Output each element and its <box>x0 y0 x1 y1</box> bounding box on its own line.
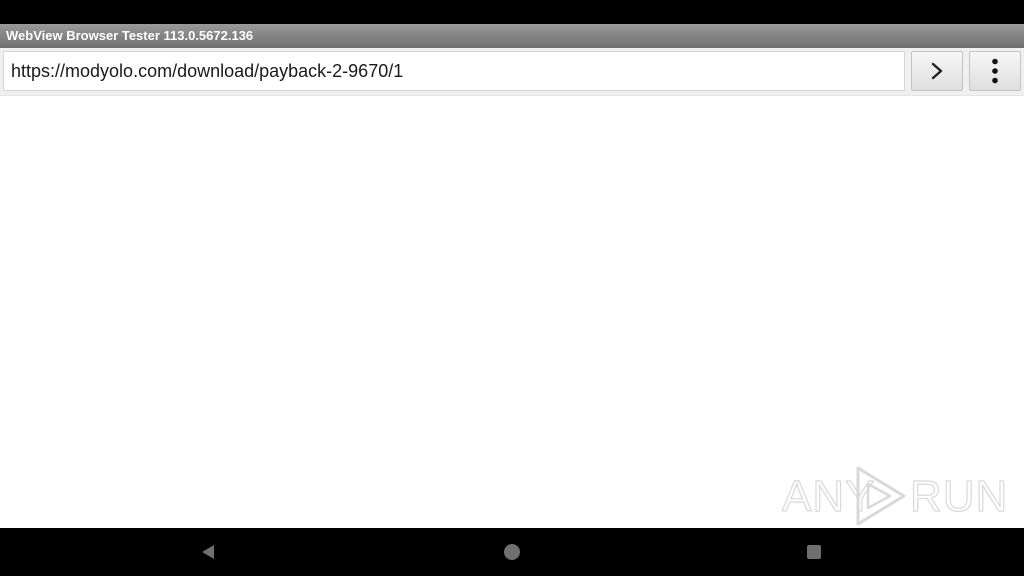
watermark-right-text: RUN <box>909 471 1009 521</box>
app-title: WebView Browser Tester 113.0.5672.136 <box>0 24 1024 48</box>
recents-button[interactable] <box>802 540 826 564</box>
home-button[interactable] <box>500 540 524 564</box>
go-button[interactable] <box>911 51 963 91</box>
back-button[interactable] <box>196 540 220 564</box>
url-input[interactable] <box>3 51 905 91</box>
home-circle-icon <box>504 544 520 560</box>
chevron-right-icon <box>931 62 943 80</box>
more-vert-icon <box>992 58 998 84</box>
overflow-menu-button[interactable] <box>969 51 1021 91</box>
status-bar <box>0 0 1024 24</box>
browser-toolbar <box>0 48 1024 96</box>
anyrun-watermark: ANY RUN <box>780 462 1008 528</box>
play-triangle-icon <box>856 466 906 526</box>
back-triangle-icon <box>202 545 214 559</box>
recents-square-icon <box>807 545 821 559</box>
android-nav-bar <box>0 528 1024 576</box>
